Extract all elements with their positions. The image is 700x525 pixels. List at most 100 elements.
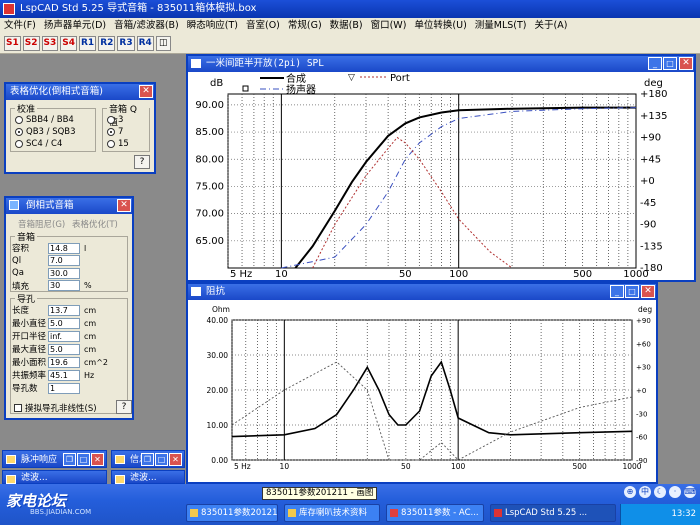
alignment-group-label: 校准 [15,102,38,115]
y2-tick-label: +60 [636,340,651,348]
minimize-icon[interactable]: _ [648,57,662,70]
tray-ime[interactable]: ⊕ 中 ☾ · ⌨ [624,486,696,498]
nonlinear-checkbox[interactable]: 摸拟导孔非线性(S) [14,402,97,414]
minimized-filter-window-1[interactable]: 滤波... [2,470,107,484]
spl-window-titlebar[interactable]: 一米间距半开放(2pi) SPL _ □ ✕ [188,56,694,72]
field-input[interactable] [48,255,80,266]
taskbar-button-lspcad[interactable]: LspCAD Std 5.25 ... [490,504,616,522]
y-tick-label: 65.00 [195,236,224,247]
s1-button[interactable]: S1 [4,36,21,51]
s3-button[interactable]: S3 [41,36,59,51]
taskbar-button-paint[interactable]: 835011参数20121... [186,504,278,522]
paint-icon [190,509,198,517]
field-unit: % [84,281,92,290]
q-radio-7[interactable]: 7 [107,127,123,137]
menu-item[interactable]: 单位转换(U) [414,18,466,34]
menu-item[interactable]: 测量MLS(T) [475,18,527,34]
minimize-icon[interactable]: _ [610,285,624,298]
q-radio-3[interactable]: 3 [107,115,123,125]
y2-tick-label: +90 [636,317,651,325]
ime-keyboard-icon[interactable]: ⌨ [684,486,696,498]
s4-button[interactable]: S4 [60,36,77,51]
minimized-filter-window-2[interactable]: 滤波... [111,470,185,484]
menu-item[interactable]: 瞬态响应(T) [187,18,238,34]
field-input[interactable] [48,267,80,279]
taskbar-button-folder[interactable]: 库存喇叭技术资料 [284,504,380,522]
vented-box-window-titlebar[interactable]: 倒相式音箱 ✕ [6,198,132,214]
field-label: 导孔数 [12,384,38,394]
spl-chart-area: 65.00 70.00 75.00 80.00 85.00 90.00 -180 -135 -9… [188,72,694,280]
x-tick-label: 500 [573,269,592,280]
alignment-radio-sc4[interactable]: SC4 / C4 [15,139,62,149]
ime-moon-icon[interactable]: ☾ [654,486,666,498]
field-input[interactable] [48,317,80,329]
field-input[interactable] [48,242,80,254]
restore-icon[interactable]: ❐ [141,453,154,466]
maximize-icon[interactable]: □ [663,57,677,70]
alignment-radio-sbb4[interactable]: SBB4 / BB4 [15,115,74,125]
maximize-icon[interactable]: □ [625,285,639,298]
help-button[interactable]: ? [134,155,150,169]
app-title: LspCAD Std 5.25 导式音箱 - 835011箱体模拟.box [20,3,257,14]
maximize-icon[interactable]: □ [77,453,90,466]
tab-alignment[interactable]: 表格优化(T) [72,218,118,230]
close-icon[interactable]: ✕ [679,57,693,70]
menu-item[interactable]: 音室(O) [246,18,280,34]
taskbar-button-acrobat[interactable]: 835011参数 - AC... [386,504,484,522]
field-row: Ql [12,255,84,267]
q-radio-15[interactable]: 15 [107,139,129,149]
spl-window-title: 一米间距半开放(2pi) SPL [206,58,324,69]
field-input[interactable] [48,382,80,394]
alignment-radio-qb3[interactable]: QB3 / SQB3 [15,127,76,137]
ime-logo-icon[interactable]: ⊕ [624,486,636,498]
s2-button[interactable]: S2 [22,36,40,51]
ime-dot-icon[interactable]: · [669,486,681,498]
menu-item[interactable]: 常规(G) [288,18,322,34]
y2-tick-label: +180 [640,89,667,100]
menu-item[interactable]: 音箱/滤波器(B) [114,18,179,34]
maximize-icon[interactable]: □ [155,453,168,466]
help-button[interactable]: ? [116,400,132,414]
menu-item[interactable]: 文件(F) [4,18,36,34]
close-icon[interactable]: ✕ [117,199,131,212]
field-input[interactable] [48,369,80,381]
impedance-window-titlebar[interactable]: 阻抗 _ □ ✕ [188,284,656,300]
alignment-window-title: 表格优化(倒相式音箱) [10,86,103,97]
restore-icon[interactable]: ❐ [63,453,76,466]
field-input[interactable] [48,304,80,316]
checkbox-box [14,404,22,412]
alignment-window-titlebar[interactable]: 表格优化(倒相式音箱) ✕ [6,84,154,100]
close-icon[interactable]: ✕ [91,453,104,466]
impedance-window: 阻抗 _ □ ✕ 0.00 10.00 20.00 30.00 40.00 -90 -60-… [186,282,658,484]
impedance-chart-area: 0.00 10.00 20.00 30.00 40.00 -90 -60 -30 +0 +30 +6… [188,300,656,482]
r3-button[interactable]: R3 [117,36,135,51]
clock[interactable]: 13:32 [672,509,697,519]
y2-tick-label: +45 [640,154,661,165]
menu-item[interactable]: 扬声器单元(D) [44,18,106,34]
ime-language[interactable]: 中 [639,486,651,498]
field-input[interactable] [48,280,80,291]
vented-box-window-title: 倒相式音箱 [26,200,74,211]
field-input[interactable] [48,330,80,342]
r4-button[interactable]: R4 [136,36,154,51]
field-label: 共振频率 [12,371,47,381]
close-icon[interactable]: ✕ [139,85,153,98]
tab-box-damping[interactable]: 音箱阻尼(G) [18,218,65,230]
radio-label: SBB4 / BB4 [26,115,74,125]
field-input[interactable] [48,343,80,355]
vented-box-window: 倒相式音箱 ✕ 音箱阻尼(G) 表格优化(T) 音箱 容积lQlQa填充% 导孔… [4,196,134,420]
menu-item[interactable]: 数据(B) [330,18,363,34]
minimized-impulse-window[interactable]: 脉冲响应 ❐ □ ✕ [2,450,107,468]
field-input[interactable] [48,356,80,368]
spl-chart: 65.0070.0075.0080.0085.0090.00-180-135-9… [195,72,667,280]
minimized-label: 脉冲响应 [21,455,58,465]
r1-button[interactable]: R1 [79,36,97,51]
copy-icon[interactable]: ◫ [155,36,171,51]
close-icon[interactable]: ✕ [169,453,182,466]
menu-item[interactable]: 关于(A) [535,18,568,34]
minimized-info-window[interactable]: 信息 ❐ □ ✕ [111,450,185,468]
menu-item[interactable]: 窗口(W) [371,18,407,34]
r2-button[interactable]: R2 [98,36,116,51]
close-icon[interactable]: ✕ [641,285,655,298]
y2-tick-label: +0 [640,176,655,187]
